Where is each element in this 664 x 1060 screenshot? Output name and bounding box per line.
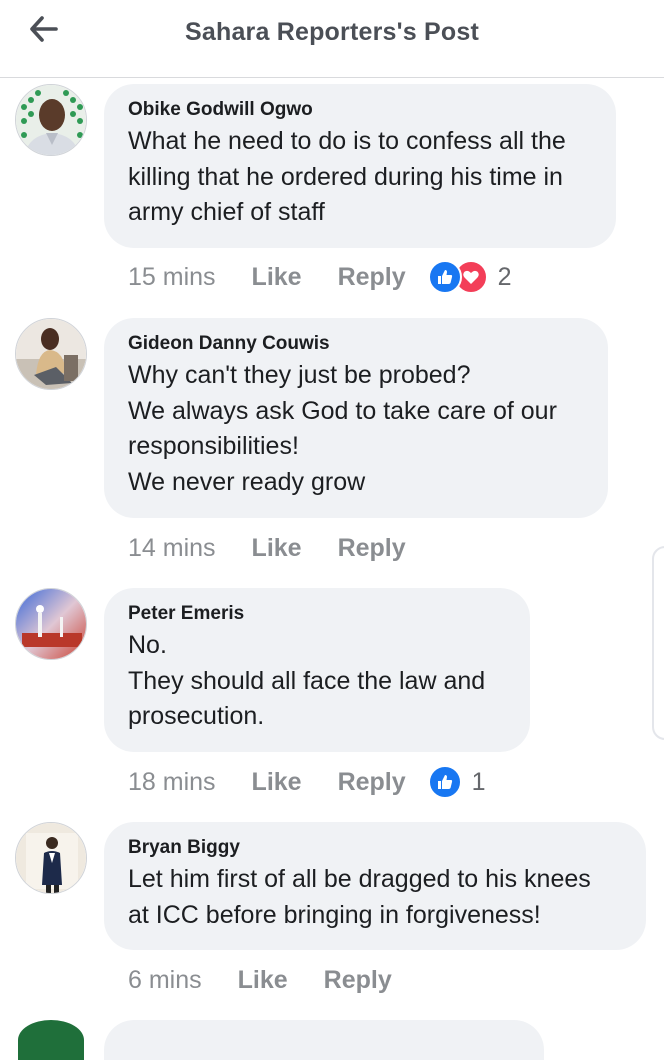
reactions-summary[interactable]: 1 [427, 765, 486, 799]
comment-author[interactable]: Bryan Biggy [128, 836, 622, 860]
comment-bubble: Bryan Biggy Let him first of all be drag… [104, 822, 646, 950]
comment-text-line: army chief of staff [128, 198, 325, 226]
comment-bubble [104, 1020, 544, 1060]
comment-text-line: killing that he ordered during his time … [128, 162, 563, 191]
comment-text-line: What he need to do is to confess all the [128, 127, 566, 155]
avatar[interactable] [15, 84, 87, 156]
comment-text-line: prosecution. [128, 702, 265, 730]
comment-meta: 18 mins Like Reply 1 [128, 764, 486, 800]
like-button[interactable]: Like [252, 534, 302, 563]
comment-text-line: responsibilities! [128, 432, 299, 460]
comment-meta: 6 mins Like Reply [128, 962, 392, 998]
reaction-count: 2 [497, 262, 512, 291]
post-header: Sahara Reporters's Post [0, 0, 664, 78]
comment-text-line: We always ask God to take care of our [128, 396, 557, 425]
comment-author[interactable]: Obike Godwill Ogwo [128, 98, 592, 122]
reaction-count: 1 [471, 767, 486, 796]
comment-bubble: Obike Godwill Ogwo What he need to do is… [104, 84, 616, 248]
reactions-summary[interactable]: 2 [427, 260, 512, 294]
page-title: Sahara Reporters's Post [185, 18, 479, 46]
comment-text-line: at ICC before bringing in forgiveness! [128, 900, 541, 929]
comment-timestamp[interactable]: 18 mins [128, 768, 216, 797]
comment-text-line: No. [128, 631, 167, 659]
avatar[interactable] [15, 588, 87, 660]
like-button[interactable]: Like [238, 966, 288, 995]
like-icon [427, 765, 462, 799]
comment-author[interactable]: Peter Emeris [128, 602, 506, 626]
comment-meta: 14 mins Like Reply [128, 530, 406, 566]
reply-button[interactable]: Reply [338, 534, 406, 563]
comment-author[interactable]: Gideon Danny Couwis [128, 332, 584, 356]
like-button[interactable]: Like [252, 768, 302, 797]
comment-bubble: Peter Emeris No. They should all face th… [104, 588, 530, 752]
like-button[interactable]: Like [252, 263, 302, 292]
comment-timestamp[interactable]: 14 mins [128, 534, 216, 563]
comment-meta: 15 mins Like Reply 2 [128, 259, 512, 295]
reply-button[interactable]: Reply [324, 966, 392, 995]
comment-bubble: Gideon Danny Couwis Why can't they just … [104, 318, 608, 518]
comment-text-line: We never ready grow [128, 467, 366, 496]
avatar[interactable] [15, 822, 87, 894]
comment-text-line: They should all face the law and [128, 666, 486, 695]
side-panel-handle[interactable] [652, 546, 664, 740]
comment-timestamp[interactable]: 15 mins [128, 263, 216, 292]
like-icon [427, 260, 462, 294]
comment-text-line: Let him first of all be dragged to his k… [128, 865, 591, 893]
comment-timestamp[interactable]: 6 mins [128, 966, 202, 995]
comment-text-line: Why can't they just be probed? [128, 361, 471, 389]
reply-button[interactable]: Reply [338, 768, 406, 797]
avatar[interactable] [18, 1020, 84, 1060]
avatar[interactable] [15, 318, 87, 390]
reply-button[interactable]: Reply [338, 263, 406, 292]
